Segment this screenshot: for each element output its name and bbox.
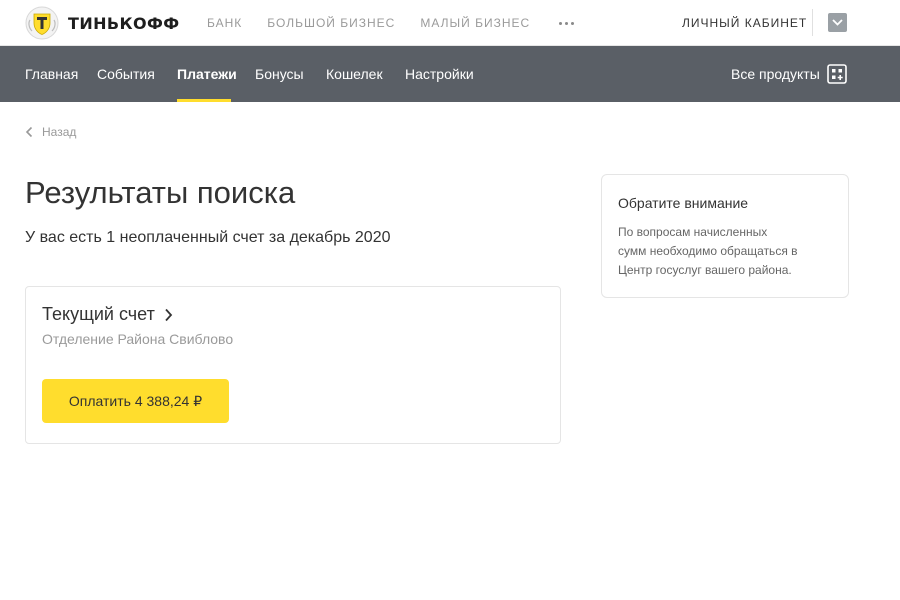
logo-emblem-icon (25, 6, 59, 40)
chevron-down-icon (832, 19, 843, 26)
ellipsis-icon[interactable] (559, 18, 575, 28)
personal-cabinet-link[interactable]: ЛИЧНЫЙ КАБИНЕТ (682, 0, 807, 46)
active-tab-indicator (177, 99, 231, 102)
chevron-right-icon (165, 308, 173, 321)
logo-text: ТИНЬКОФФ (68, 13, 180, 33)
back-link[interactable]: Назад (25, 123, 76, 141)
nav-item-wallet[interactable]: Кошелек (326, 46, 383, 102)
notice-card: Обратите внимание По вопросам начисленны… (601, 174, 849, 298)
back-label: Назад (42, 125, 77, 139)
nav-item-events[interactable]: События (97, 46, 155, 102)
nav-item-bonuses[interactable]: Бонусы (255, 46, 304, 102)
chevron-left-icon (25, 126, 33, 138)
divider (812, 9, 813, 36)
main-nav: Главная События Платежи Бонусы Кошелек Н… (0, 46, 900, 102)
apps-add-icon[interactable] (827, 64, 847, 84)
notice-text: По вопросам начисленных сумм необходимо … (618, 225, 798, 277)
account-title-link[interactable]: Текущий счет (42, 304, 173, 325)
top-nav-bank[interactable]: БАНК (207, 16, 242, 30)
page-subtitle: У вас есть 1 неоплаченный счет за декабр… (25, 229, 391, 246)
all-products-link[interactable]: Все продукты (731, 46, 820, 102)
top-nav-small-business[interactable]: МАЛЫЙ БИЗНЕС (420, 16, 530, 30)
account-title: Текущий счет (42, 304, 155, 324)
top-bar: ТИНЬКОФФ БАНК БОЛЬШОЙ БИЗНЕС МАЛЫЙ БИЗНЕ… (0, 0, 900, 46)
notice-title: Обратите внимание (618, 195, 749, 211)
pay-button[interactable]: Оплатить 4 388,24 ₽ (42, 379, 229, 423)
user-menu-button[interactable] (828, 13, 847, 32)
nav-item-main[interactable]: Главная (25, 46, 78, 102)
top-nav-large-business[interactable]: БОЛЬШОЙ БИЗНЕС (267, 16, 395, 30)
account-card: Текущий счет Отделение Района Свиблово О… (25, 286, 561, 444)
page-title: Результаты поиска (25, 175, 296, 210)
nav-item-settings[interactable]: Настройки (405, 46, 474, 102)
logo[interactable]: ТИНЬКОФФ (25, 6, 180, 40)
nav-item-payments[interactable]: Платежи (177, 46, 237, 102)
top-nav: БАНК БОЛЬШОЙ БИЗНЕС МАЛЫЙ БИЗНЕС (207, 0, 575, 46)
account-subtitle: Отделение Района Свиблово (42, 331, 234, 347)
